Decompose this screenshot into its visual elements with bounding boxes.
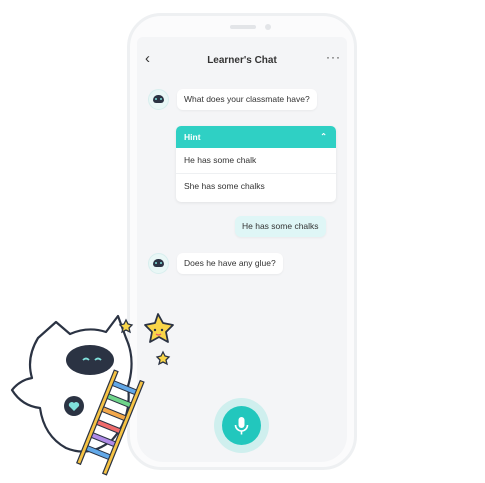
bot-message: What does your classmate have?	[177, 89, 317, 110]
page-title: Learner's Chat	[207, 55, 277, 66]
hint-option[interactable]: She has some chalks	[176, 174, 336, 199]
hint-label: Hint	[184, 132, 201, 142]
phone-camera	[265, 24, 271, 30]
chevron-up-icon[interactable]: ⌃	[320, 126, 327, 148]
chat-header: ‹ Learner's Chat ···	[137, 48, 347, 72]
microphone-icon	[234, 417, 249, 435]
mascot-illustration	[10, 313, 174, 476]
bot-avatar	[148, 253, 169, 274]
bot-message: Does he have any glue?	[177, 253, 283, 274]
hint-panel: Hint ⌃ He has some chalk She has some ch…	[176, 126, 336, 202]
hint-option[interactable]: He has some chalk	[176, 148, 336, 174]
mic-button[interactable]	[222, 406, 261, 445]
more-horizontal-icon[interactable]: ···	[326, 50, 341, 64]
user-message: He has some chalks	[235, 216, 326, 237]
bot-avatar	[148, 89, 169, 110]
hint-header[interactable]: Hint ⌃	[176, 126, 336, 148]
phone-speaker	[230, 25, 256, 29]
